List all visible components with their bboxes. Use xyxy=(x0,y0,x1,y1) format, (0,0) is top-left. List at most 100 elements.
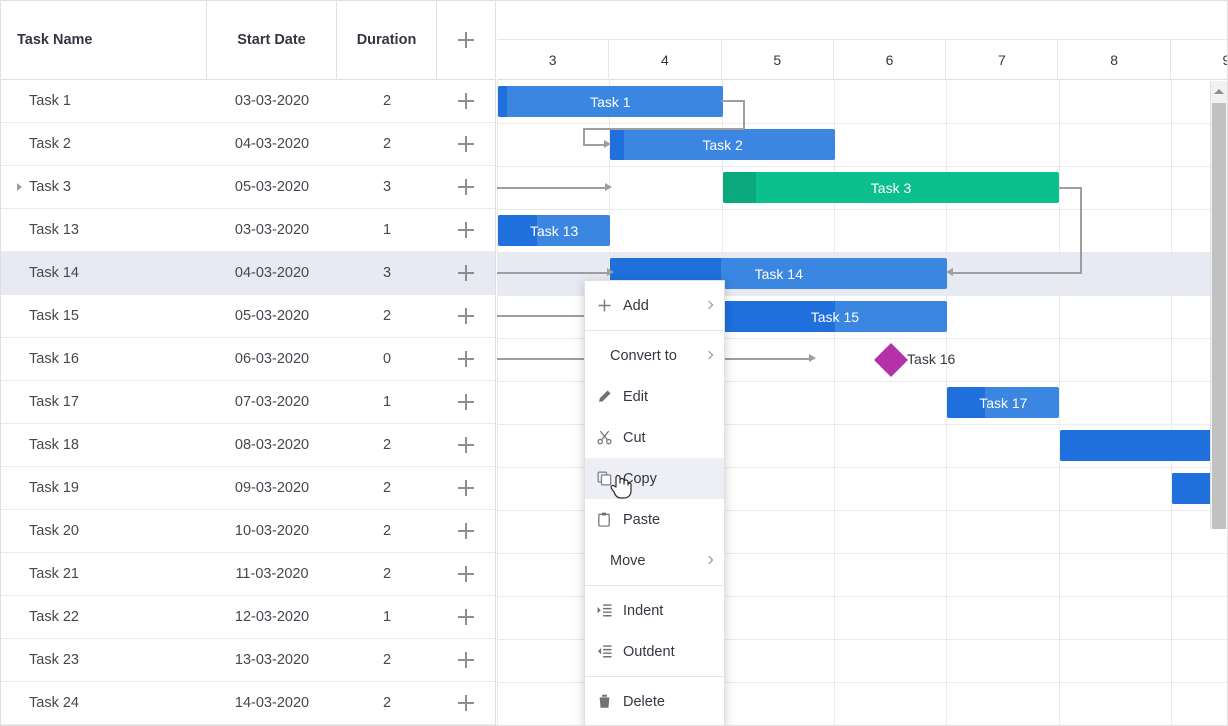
scrollbar-thumb[interactable] xyxy=(1212,103,1226,529)
cell-duration[interactable]: 3 xyxy=(337,252,437,295)
cell-task-name[interactable]: Task 22 xyxy=(1,596,207,639)
plus-icon[interactable] xyxy=(458,93,474,109)
cell-duration[interactable]: 1 xyxy=(337,209,437,252)
cell-add-row[interactable] xyxy=(437,467,495,510)
table-row[interactable]: Task 1808-03-20202 xyxy=(1,424,495,467)
cell-duration[interactable]: 3 xyxy=(337,166,437,209)
menu-item-add[interactable]: Add xyxy=(585,285,724,326)
cell-task-name[interactable]: Task 18 xyxy=(1,424,207,467)
plus-icon[interactable] xyxy=(458,394,474,410)
task-bar[interactable]: Task 1 xyxy=(498,86,723,117)
cell-duration[interactable]: 2 xyxy=(337,682,437,725)
menu-item-move[interactable]: Move xyxy=(585,540,724,581)
cell-task-name[interactable]: Task 2 xyxy=(1,123,207,166)
cell-task-name[interactable]: Task 24 xyxy=(1,682,207,725)
cell-add-row[interactable] xyxy=(437,209,495,252)
table-row[interactable]: Task 2212-03-20201 xyxy=(1,596,495,639)
cell-start-date[interactable]: 12-03-2020 xyxy=(207,596,337,639)
cell-task-name[interactable]: Task 3 xyxy=(1,166,207,209)
cell-duration[interactable]: 2 xyxy=(337,553,437,596)
column-header-add-column[interactable] xyxy=(437,1,495,80)
menu-item-indent[interactable]: Indent xyxy=(585,590,724,631)
cell-duration[interactable]: 0 xyxy=(337,338,437,381)
table-row[interactable]: Task 305-03-20203 xyxy=(1,166,495,209)
milestone-marker[interactable] xyxy=(874,343,908,377)
cell-start-date[interactable]: 04-03-2020 xyxy=(207,123,337,166)
scroll-up-arrow-icon[interactable] xyxy=(1211,81,1227,102)
cell-duration[interactable]: 2 xyxy=(337,123,437,166)
table-row[interactable]: Task 204-03-20202 xyxy=(1,123,495,166)
table-row[interactable]: Task 2414-03-20202 xyxy=(1,682,495,725)
column-header-start-date[interactable]: Start Date xyxy=(207,1,337,80)
menu-item-outdent[interactable]: Outdent xyxy=(585,631,724,672)
cell-add-row[interactable] xyxy=(437,424,495,467)
plus-icon[interactable] xyxy=(458,480,474,496)
cell-duration[interactable]: 1 xyxy=(337,381,437,424)
cell-start-date[interactable]: 05-03-2020 xyxy=(207,166,337,209)
cell-add-row[interactable] xyxy=(437,639,495,682)
context-menu[interactable]: AddConvert toEditCutCopyPasteMoveIndentO… xyxy=(584,280,725,726)
cell-add-row[interactable] xyxy=(437,80,495,123)
plus-icon[interactable] xyxy=(458,652,474,668)
plus-icon[interactable] xyxy=(458,437,474,453)
cell-duration[interactable]: 2 xyxy=(337,467,437,510)
column-header-task-name[interactable]: Task Name xyxy=(1,1,207,80)
cell-task-name[interactable]: Task 1 xyxy=(1,80,207,123)
cell-start-date[interactable]: 10-03-2020 xyxy=(207,510,337,553)
cell-start-date[interactable]: 03-03-2020 xyxy=(207,209,337,252)
cell-add-row[interactable] xyxy=(437,295,495,338)
table-row[interactable]: Task 1404-03-20203 xyxy=(1,252,495,295)
cell-task-name[interactable]: Task 20 xyxy=(1,510,207,553)
cell-task-name[interactable]: Task 21 xyxy=(1,553,207,596)
plus-icon[interactable] xyxy=(458,566,474,582)
plus-icon[interactable] xyxy=(458,136,474,152)
cell-duration[interactable]: 2 xyxy=(337,80,437,123)
task-bar[interactable]: Task 18 xyxy=(1060,430,1228,461)
table-row[interactable]: Task 103-03-20202 xyxy=(1,80,495,123)
cell-duration[interactable]: 2 xyxy=(337,295,437,338)
table-row[interactable]: Task 2111-03-20202 xyxy=(1,553,495,596)
cell-duration[interactable]: 2 xyxy=(337,639,437,682)
table-row[interactable]: Task 2010-03-20202 xyxy=(1,510,495,553)
cell-task-name[interactable]: Task 23 xyxy=(1,639,207,682)
cell-start-date[interactable]: 08-03-2020 xyxy=(207,424,337,467)
table-row[interactable]: Task 1303-03-20201 xyxy=(1,209,495,252)
task-bar[interactable]: Task 13 xyxy=(498,215,610,246)
plus-icon[interactable] xyxy=(458,351,474,367)
cell-start-date[interactable]: 06-03-2020 xyxy=(207,338,337,381)
cell-start-date[interactable]: 05-03-2020 xyxy=(207,295,337,338)
plus-icon[interactable] xyxy=(458,265,474,281)
cell-start-date[interactable]: 03-03-2020 xyxy=(207,80,337,123)
task-bar[interactable]: Task 2 xyxy=(610,129,835,160)
task-bar[interactable]: Task 15 xyxy=(723,301,948,332)
menu-item-paste[interactable]: Paste xyxy=(585,499,724,540)
cell-task-name[interactable]: Task 15 xyxy=(1,295,207,338)
plus-icon[interactable] xyxy=(458,695,474,711)
menu-item-delete[interactable]: Delete xyxy=(585,681,724,722)
table-row[interactable]: Task 1505-03-20202 xyxy=(1,295,495,338)
cell-task-name[interactable]: Task 16 xyxy=(1,338,207,381)
cell-add-row[interactable] xyxy=(437,682,495,725)
plus-icon[interactable] xyxy=(458,222,474,238)
task-bar[interactable]: Task 3 xyxy=(723,172,1060,203)
cell-task-name[interactable]: Task 14 xyxy=(1,252,207,295)
cell-duration[interactable]: 2 xyxy=(337,424,437,467)
table-row[interactable]: Task 2313-03-20202 xyxy=(1,639,495,682)
cell-duration[interactable]: 2 xyxy=(337,510,437,553)
cell-add-row[interactable] xyxy=(437,338,495,381)
expander-icon[interactable] xyxy=(17,183,22,191)
vertical-scrollbar[interactable] xyxy=(1210,81,1227,529)
cell-start-date[interactable]: 07-03-2020 xyxy=(207,381,337,424)
cell-task-name[interactable]: Task 13 xyxy=(1,209,207,252)
cell-task-name[interactable]: Task 19 xyxy=(1,467,207,510)
task-bar[interactable]: Task 17 xyxy=(947,387,1059,418)
column-header-duration[interactable]: Duration xyxy=(337,1,437,80)
cell-start-date[interactable]: 11-03-2020 xyxy=(207,553,337,596)
cell-add-row[interactable] xyxy=(437,166,495,209)
cell-start-date[interactable]: 09-03-2020 xyxy=(207,467,337,510)
cell-start-date[interactable]: 13-03-2020 xyxy=(207,639,337,682)
table-row[interactable]: Task 1909-03-20202 xyxy=(1,467,495,510)
plus-icon[interactable] xyxy=(458,179,474,195)
cell-add-row[interactable] xyxy=(437,381,495,424)
cell-task-name[interactable]: Task 17 xyxy=(1,381,207,424)
